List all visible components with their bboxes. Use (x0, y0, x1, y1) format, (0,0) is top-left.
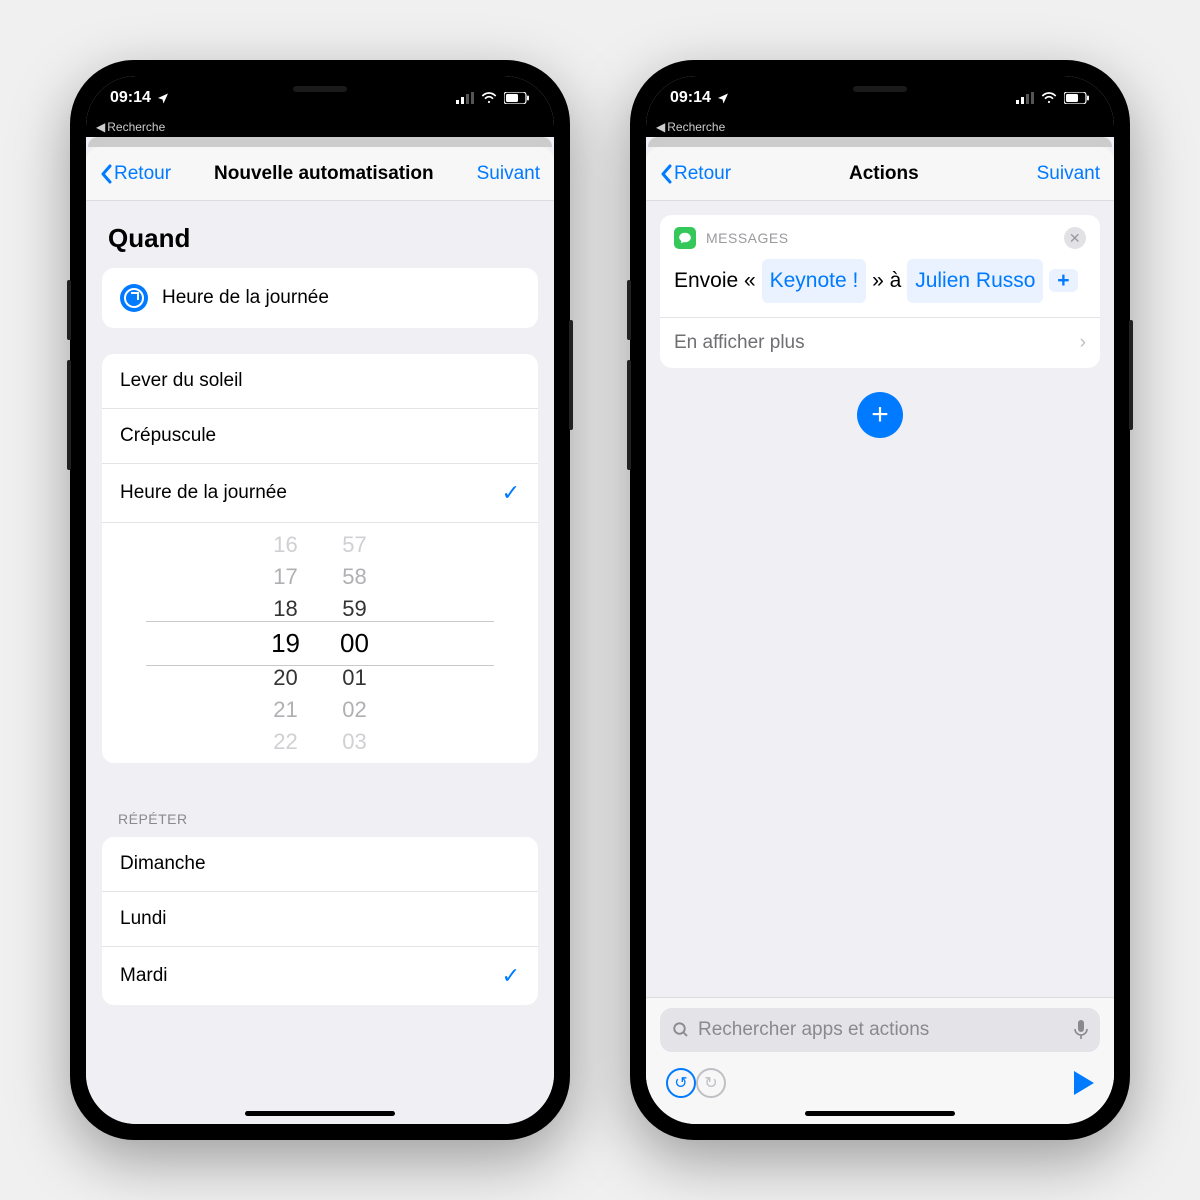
picker-value: 21 (273, 697, 297, 723)
picker-value: 18 (273, 596, 297, 622)
battery-icon (1064, 92, 1090, 104)
wifi-icon (480, 92, 498, 104)
picker-value: 17 (273, 564, 297, 590)
picker-value: 02 (342, 697, 366, 723)
recipient-token[interactable]: Julien Russo (907, 259, 1043, 303)
chevron-right-icon: › (1080, 332, 1086, 354)
back-label: Retour (674, 163, 731, 185)
redo-button[interactable]: ↻ (696, 1068, 726, 1098)
option-time-of-day[interactable]: Heure de la journée ✓ (102, 464, 538, 523)
back-to-app[interactable]: ◀ Recherche (646, 120, 1114, 137)
picker-value: 16 (273, 532, 297, 558)
checkmark-icon: ✓ (502, 480, 520, 506)
bottom-toolbar: Rechercher apps et actions ↺ ↻ (646, 997, 1114, 1124)
nav-bar: Retour Nouvelle automatisation Suivant (86, 147, 554, 201)
next-label: Suivant (477, 163, 540, 185)
trigger-card: Heure de la journée (102, 268, 538, 328)
repeat-card: Dimanche Lundi Mardi ✓ (102, 837, 538, 1005)
back-to-app-label: Recherche (107, 120, 165, 134)
picker-selected: 00 (340, 628, 369, 659)
hour-column[interactable]: 16 17 18 19 20 21 22 (271, 532, 300, 755)
notch (215, 76, 425, 106)
back-to-app-label: Recherche (667, 120, 725, 134)
messages-app-icon (674, 227, 696, 249)
picker-value: 59 (342, 596, 366, 622)
page-title: Actions (849, 163, 919, 185)
chevron-left-icon: ◀ (656, 120, 665, 134)
location-icon (717, 92, 729, 104)
search-placeholder: Rechercher apps et actions (698, 1019, 929, 1041)
option-label: Crépuscule (120, 425, 216, 447)
action-text: » à (872, 269, 901, 292)
time-picker[interactable]: 16 17 18 19 20 21 22 57 58 59 00 (102, 523, 538, 763)
repeat-monday[interactable]: Lundi (102, 892, 538, 947)
cellular-icon (1016, 92, 1034, 104)
action-card: MESSAGES ✕ Envoie « Keynote ! » à Julien… (660, 215, 1100, 368)
trigger-label: Heure de la journée (162, 287, 329, 309)
home-indicator[interactable] (245, 1111, 395, 1116)
page-title: Nouvelle automatisation (214, 163, 434, 185)
close-icon[interactable]: ✕ (1064, 227, 1086, 249)
back-button[interactable]: Retour (660, 163, 731, 185)
section-title: Quand (86, 201, 554, 268)
show-more-label: En afficher plus (674, 332, 805, 354)
wifi-icon (1040, 92, 1058, 104)
undo-button[interactable]: ↺ (666, 1068, 696, 1098)
notch (775, 76, 985, 106)
option-label: Lever du soleil (120, 370, 243, 392)
phone-left: 09:14 ◀ Recherche (70, 60, 570, 1140)
repeat-tuesday[interactable]: Mardi ✓ (102, 947, 538, 1005)
next-button[interactable]: Suivant (1037, 163, 1100, 185)
show-more-row[interactable]: En afficher plus › (660, 317, 1100, 368)
picker-selected: 19 (271, 628, 300, 659)
day-label: Lundi (120, 908, 167, 930)
action-sentence: Envoie « Keynote ! » à Julien Russo + (660, 253, 1100, 317)
action-text: Envoie « (674, 269, 756, 292)
action-app-label: MESSAGES (706, 230, 789, 246)
back-button[interactable]: Retour (100, 163, 171, 185)
minute-column[interactable]: 57 58 59 00 01 02 03 (340, 532, 369, 755)
run-button[interactable] (1074, 1071, 1094, 1095)
status-time: 09:14 (110, 89, 151, 107)
message-token[interactable]: Keynote ! (762, 259, 867, 303)
trigger-row[interactable]: Heure de la journée (102, 268, 538, 328)
cellular-icon (456, 92, 474, 104)
repeat-label: RÉPÉTER (86, 789, 554, 837)
picker-value: 57 (342, 532, 366, 558)
picker-value: 03 (342, 729, 366, 755)
back-to-app[interactable]: ◀ Recherche (86, 120, 554, 137)
phone-right: 09:14 ◀ Recherche (630, 60, 1130, 1140)
next-label: Suivant (1037, 163, 1100, 185)
battery-icon (504, 92, 530, 104)
chevron-left-icon: ◀ (96, 120, 105, 134)
add-action-button[interactable]: + (857, 392, 903, 438)
search-input[interactable]: Rechercher apps et actions (660, 1008, 1100, 1052)
status-time: 09:14 (670, 89, 711, 107)
home-indicator[interactable] (805, 1111, 955, 1116)
option-sunrise[interactable]: Lever du soleil (102, 354, 538, 409)
repeat-sunday[interactable]: Dimanche (102, 837, 538, 892)
day-label: Dimanche (120, 853, 206, 875)
option-label: Heure de la journée (120, 482, 287, 504)
location-icon (157, 92, 169, 104)
back-label: Retour (114, 163, 171, 185)
nav-bar: Retour Actions Suivant (646, 147, 1114, 201)
picker-value: 01 (342, 665, 366, 691)
time-options-card: Lever du soleil Crépuscule Heure de la j… (102, 354, 538, 763)
day-label: Mardi (120, 965, 168, 987)
add-recipient-button[interactable]: + (1049, 269, 1077, 292)
dictation-icon[interactable] (1074, 1020, 1088, 1040)
checkmark-icon: ✓ (502, 963, 520, 989)
clock-icon (120, 284, 148, 312)
option-sunset[interactable]: Crépuscule (102, 409, 538, 464)
picker-value: 58 (342, 564, 366, 590)
next-button[interactable]: Suivant (477, 163, 540, 185)
picker-value: 20 (273, 665, 297, 691)
picker-value: 22 (273, 729, 297, 755)
search-icon (672, 1021, 690, 1039)
